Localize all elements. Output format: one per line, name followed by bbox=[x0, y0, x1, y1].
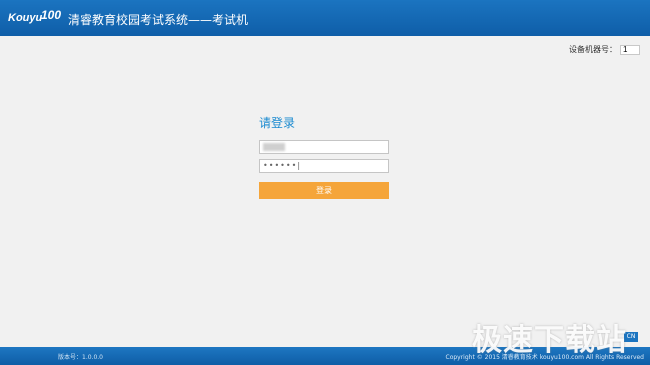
password-masked-value: ••••••| bbox=[263, 161, 302, 170]
svg-text:Kouyu: Kouyu bbox=[8, 12, 43, 24]
watermark-text: 极速下载站 bbox=[472, 323, 627, 358]
svg-text:100: 100 bbox=[41, 8, 61, 22]
username-input[interactable] bbox=[259, 140, 389, 154]
device-number-label: 设备机器号： bbox=[569, 45, 617, 54]
login-button[interactable]: 登录 bbox=[259, 182, 389, 199]
login-title: 请登录 bbox=[259, 116, 296, 130]
app-header: Kouyu 100 清睿教育校园考试系统——考试机 bbox=[0, 0, 650, 36]
kouyu100-logo: Kouyu 100 bbox=[8, 7, 64, 27]
device-number: 设备机器号： bbox=[569, 44, 640, 55]
device-number-input[interactable] bbox=[620, 44, 640, 55]
logo-icon: Kouyu 100 bbox=[8, 8, 61, 24]
version-text: 版本号：1.0.0.0 bbox=[58, 354, 103, 361]
app-title: 清睿教育校园考试系统——考试机 bbox=[68, 13, 249, 27]
username-blurred-value bbox=[263, 143, 285, 151]
password-input[interactable]: ••••••| bbox=[259, 159, 389, 173]
login-panel: 请登录 ••••••| 登录 bbox=[259, 116, 389, 199]
